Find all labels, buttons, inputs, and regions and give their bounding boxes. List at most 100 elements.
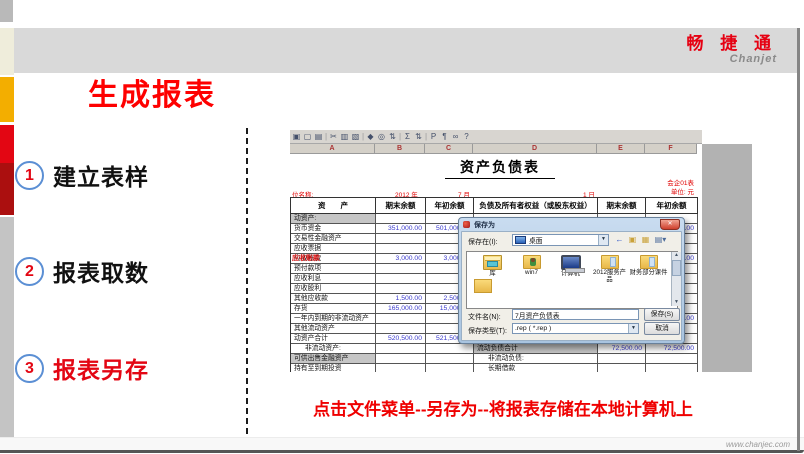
dashed-divider	[246, 128, 248, 434]
right-edge-shadow	[797, 28, 800, 451]
report-title: 资产负债表	[445, 157, 555, 179]
step-3: 3 报表另存	[15, 351, 149, 385]
table-cell: 其他应收款	[291, 294, 376, 304]
table-cell: 3,000.00	[376, 254, 426, 264]
filetype-label: 保存类型(T):	[468, 328, 507, 335]
table-cell: 72,500.00	[646, 344, 698, 354]
step-2: 2 报表取数	[15, 254, 149, 288]
print-icon[interactable]: ▤	[313, 131, 324, 142]
sheet-gray-area	[702, 144, 752, 372]
top-left-square	[0, 0, 13, 22]
save-in-value: 桌面	[529, 238, 543, 245]
table-header-cell: 资 产	[291, 198, 376, 214]
file-item[interactable]: 财务部分课件	[629, 254, 668, 308]
table-cell	[426, 364, 474, 372]
save-button[interactable]: 保存(S)	[644, 308, 680, 321]
filter-icon[interactable]: ⇅	[387, 131, 398, 142]
file-item[interactable]: win7	[512, 254, 551, 308]
dialog-body: 保存在(I): 桌面 ▼ ← ▣ ▦ ▤▾ 库 win7 计算机 2012服务产品 财务…	[461, 231, 682, 341]
file-item[interactable]: 2012服务产品	[590, 254, 629, 308]
table-cell	[376, 284, 426, 294]
format-painter-icon[interactable]: ◆	[365, 131, 376, 142]
scroll-down-icon[interactable]: ▼	[672, 299, 681, 305]
table-cell: 长期借款	[474, 364, 598, 372]
libraries-icon	[483, 255, 502, 270]
dialog-titlebar[interactable]: 保存为 ✕	[459, 218, 684, 231]
up-folder-icon[interactable]: ▣	[626, 234, 639, 245]
user-folder-icon	[522, 255, 541, 269]
cut-icon[interactable]: ✂	[328, 131, 339, 142]
new-doc-icon[interactable]: ▢	[302, 131, 313, 142]
file-item-label: 财务部分课件	[629, 269, 668, 276]
sum-icon[interactable]: Σ	[402, 131, 413, 142]
column-header-row: ABCDEF	[290, 144, 697, 154]
find-icon[interactable]: ◎	[376, 131, 387, 142]
help-icon[interactable]: ?	[461, 131, 472, 142]
filename-input[interactable]: 7月资产负债表	[512, 309, 639, 320]
file-list-scrollbar[interactable]: ▲ ▼	[671, 252, 681, 306]
back-icon[interactable]: ←	[613, 234, 626, 245]
column-header-B: B	[375, 144, 425, 154]
table-cell	[376, 264, 426, 274]
table-cell: 流动负债合计	[474, 344, 598, 354]
paste-icon[interactable]: ▧	[350, 131, 361, 142]
close-icon[interactable]: ✕	[660, 219, 680, 230]
logo-cn: 畅 捷 通	[686, 34, 777, 53]
file-list[interactable]: 库 win7 计算机 2012服务产品 财务部分课件	[466, 251, 678, 309]
save-in-combo[interactable]: 桌面 ▼	[512, 234, 609, 246]
computer-icon	[560, 255, 585, 273]
link-icon[interactable]: ∞	[450, 131, 461, 142]
table-cell	[598, 364, 646, 372]
style-icon[interactable]: ¶	[439, 131, 450, 142]
copy-icon[interactable]: ▥	[339, 131, 350, 142]
paragraph-icon[interactable]: P	[428, 131, 439, 142]
step-2-number: 2	[15, 256, 44, 286]
table-cell	[426, 354, 474, 364]
table-header-cell: 期末余额	[598, 198, 646, 214]
sheet-toolbar: ▣ ▢ ▤ | ✂ ▥ ▧ | ◆ ◎ ⇅ | Σ ⇅ | P ¶ ∞?	[290, 130, 702, 144]
partial-folder-icon	[474, 279, 492, 293]
folder-icon	[600, 255, 619, 269]
table-row: 非流动资产: 流动负债合计 72,500.00 72,500.00	[291, 344, 698, 354]
table-cell: 其他流动资产	[291, 324, 376, 334]
accent-square-darkred	[0, 163, 14, 215]
slide: 畅 捷 通 Chanjet 生成报表 1 建立表样 2 报表取数 3 报表另存 …	[0, 0, 804, 454]
file-item-label: win7	[525, 269, 538, 276]
filetype-value: .rep ( *.rep )	[515, 325, 552, 332]
page-title: 生成报表	[88, 79, 216, 112]
table-row: 持有至到期投资 长期借款	[291, 364, 698, 372]
new-folder-icon[interactable]: ▦	[639, 234, 652, 245]
column-header-D: D	[473, 144, 597, 154]
bottom-border-line	[0, 450, 804, 453]
table-cell: 1,500.00	[376, 294, 426, 304]
table-cell: 持有至到期投资	[291, 364, 376, 372]
accent-square-red	[0, 125, 14, 163]
table-header-cell: 年初余额	[646, 198, 698, 214]
dialog-title: 保存为	[474, 221, 495, 229]
table-cell: 存货	[291, 304, 376, 314]
column-header-E: E	[597, 144, 645, 154]
scrollbar-thumb[interactable]	[672, 260, 681, 276]
table-cell: 165,000.00	[376, 304, 426, 314]
cancel-button[interactable]: 取消	[644, 322, 680, 335]
file-item[interactable]: 计算机	[551, 254, 590, 308]
table-cell	[646, 364, 698, 372]
logo-en: Chanjet	[729, 53, 777, 65]
table-row: 可供出售金融资产 非流动负债:	[291, 354, 698, 364]
table-cell	[598, 354, 646, 364]
filetype-combo[interactable]: .rep ( *.rep ) ▼	[512, 323, 639, 334]
table-cell: 351,000.00	[376, 224, 426, 234]
table-cell: 货币资金	[291, 224, 376, 234]
save-icon[interactable]: ▣	[291, 131, 302, 142]
step-2-label: 报表取数	[53, 260, 149, 286]
dialog-app-icon	[463, 221, 470, 228]
table-cell	[376, 364, 426, 372]
chevron-down-icon[interactable]: ▼	[598, 235, 608, 245]
sort-icon[interactable]: ⇅	[413, 131, 424, 142]
filename-value: 7月资产负债表	[515, 312, 560, 320]
chevron-down-icon[interactable]: ▼	[628, 324, 638, 333]
view-menu-icon[interactable]: ▤▾	[652, 234, 669, 245]
save-as-dialog: 保存为 ✕ 保存在(I): 桌面 ▼ ← ▣ ▦ ▤▾ 库 win7 计算机 2012…	[458, 217, 685, 344]
table-cell: 应收账款 应收账款	[291, 254, 376, 264]
table-cell	[376, 244, 426, 254]
